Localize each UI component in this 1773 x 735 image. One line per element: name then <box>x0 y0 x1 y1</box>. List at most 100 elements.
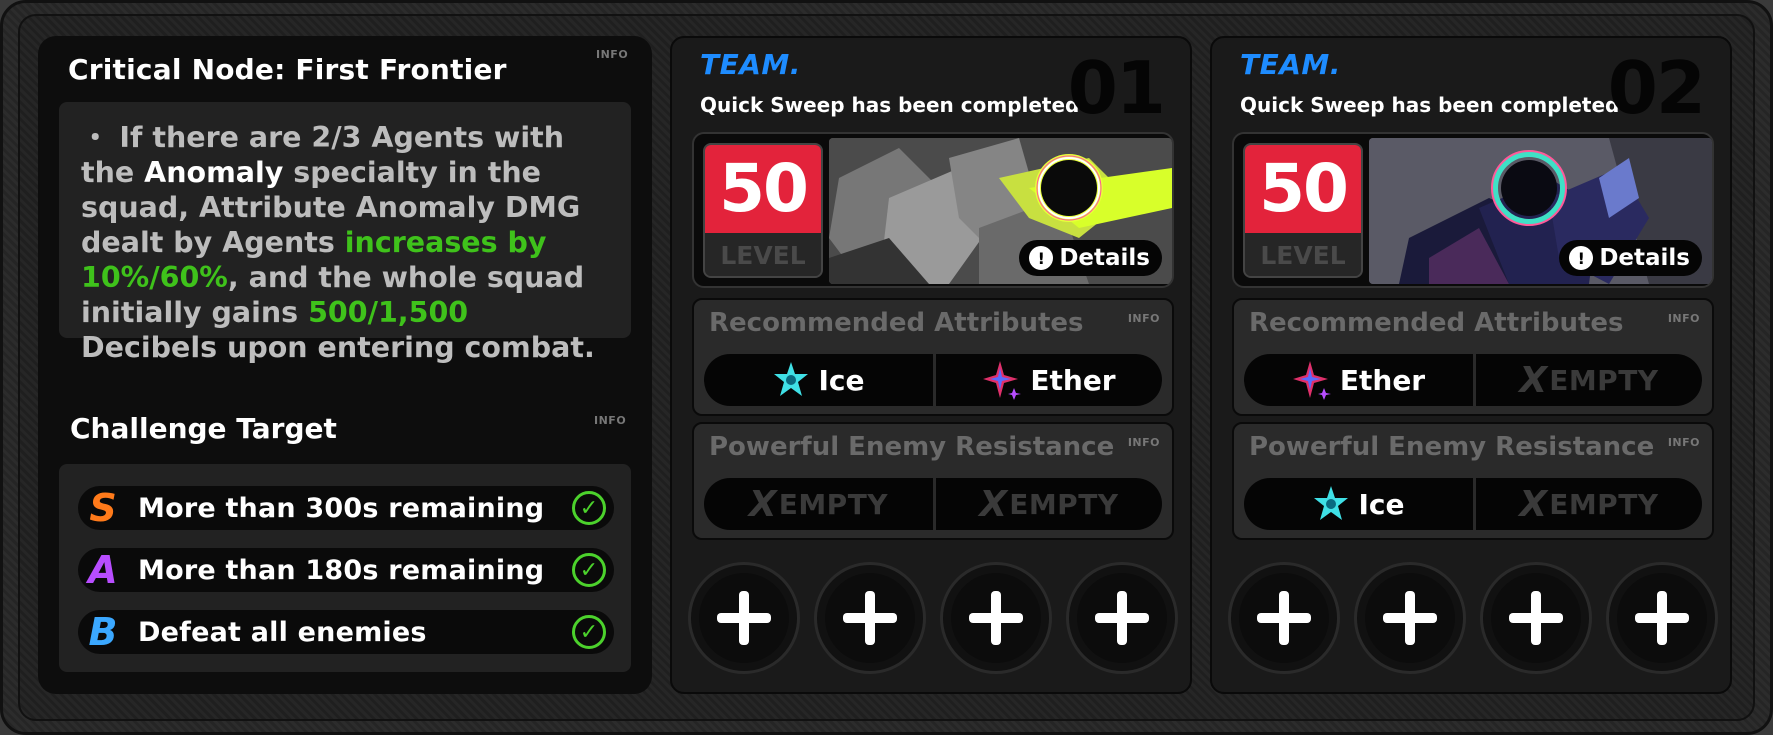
team-panel-01: TEAM. Quick Sweep has been completed 01 … <box>670 36 1192 694</box>
agent-slots <box>688 562 1178 674</box>
challenge-target-s: S More than 300s remaining ✓ <box>78 486 614 530</box>
desc-anomaly: Anomaly <box>144 156 284 189</box>
check-circle-icon: ✓ <box>572 491 606 525</box>
challenge-title: Challenge Target <box>70 412 337 445</box>
attribute-empty: EMPTY <box>1549 487 1659 521</box>
x-empty-mark: X <box>1519 359 1548 401</box>
recommended-attribute-bar: Ether X EMPTY <box>1244 354 1702 406</box>
x-empty-mark: X <box>1519 483 1548 525</box>
grade-s-icon: S <box>89 486 117 530</box>
level-value: 50 <box>1245 145 1361 233</box>
team-panel-02: TEAM. Quick Sweep has been completed 02 … <box>1210 36 1732 694</box>
attribute-empty: EMPTY <box>1009 487 1119 521</box>
boss-card[interactable]: 50 LEVEL ! Details <box>692 132 1174 288</box>
challenge-target-b: B Defeat all enemies ✓ <box>78 610 614 654</box>
resistance-info-button[interactable]: INFO <box>1668 436 1700 449</box>
add-agent-button[interactable] <box>1354 562 1466 674</box>
add-agent-button[interactable] <box>814 562 926 674</box>
recommended-title: Recommended Attributes <box>1249 308 1624 338</box>
resistance-slot-empty: X EMPTY <box>933 478 1162 530</box>
attribute-name: Ice <box>818 363 865 397</box>
resistance-info-button[interactable]: INFO <box>1128 436 1160 449</box>
attribute-slot-ice: Ice <box>704 354 933 406</box>
recommended-title: Recommended Attributes <box>709 308 1084 338</box>
add-agent-button[interactable] <box>688 562 800 674</box>
plus-icon <box>1257 591 1311 645</box>
desc-part-4: Decibels upon entering combat. <box>81 331 595 364</box>
ether-attribute-icon <box>1292 361 1331 400</box>
level-badge: 50 LEVEL <box>1243 143 1363 278</box>
level-badge: 50 LEVEL <box>703 143 823 278</box>
add-agent-button[interactable] <box>1066 562 1178 674</box>
plus-icon <box>1509 591 1563 645</box>
plus-icon <box>1635 591 1689 645</box>
check-circle-icon: ✓ <box>572 615 606 649</box>
challenge-target-text: More than 180s remaining <box>138 554 545 586</box>
recommended-info-button[interactable]: INFO <box>1668 312 1700 325</box>
team-label: TEAM. <box>1240 48 1341 81</box>
challenge-target-a: A More than 180s remaining ✓ <box>78 548 614 592</box>
recommended-attributes: Recommended Attributes INFO Ice Ether <box>692 298 1174 416</box>
ether-attribute-icon <box>983 361 1022 400</box>
resistance-title: Powerful Enemy Resistance <box>1249 432 1655 462</box>
add-agent-button[interactable] <box>1228 562 1340 674</box>
level-label: LEVEL <box>1245 233 1361 276</box>
recommended-info-button[interactable]: INFO <box>1128 312 1160 325</box>
resistance-title: Powerful Enemy Resistance <box>709 432 1115 462</box>
details-button[interactable]: ! Details <box>1019 240 1162 276</box>
enemy-resistance: Powerful Enemy Resistance INFO X EMPTY X… <box>692 422 1174 540</box>
node-description: ・ If there are 2/3 Agents with the Anoma… <box>81 120 609 365</box>
x-empty-mark: X <box>748 483 777 525</box>
resistance-slot-empty: X EMPTY <box>1473 478 1702 530</box>
plus-icon <box>1383 591 1437 645</box>
info-circle-icon: ! <box>1569 246 1594 270</box>
level-label: LEVEL <box>705 233 821 276</box>
check-circle-icon: ✓ <box>572 553 606 587</box>
attribute-empty: EMPTY <box>1549 363 1659 397</box>
boss-card[interactable]: 50 LEVEL ! Details <box>1232 132 1714 288</box>
attribute-slot-ether: Ether <box>1244 354 1473 406</box>
attribute-empty: EMPTY <box>778 487 889 521</box>
quick-sweep-status: Quick Sweep has been completed <box>700 93 1080 117</box>
resistance-slot-empty: X EMPTY <box>704 478 933 530</box>
challenge-target-text: More than 300s remaining <box>138 492 545 524</box>
resistance-attribute-bar: X EMPTY X EMPTY <box>704 478 1162 530</box>
attribute-name: Ether <box>1030 363 1116 397</box>
plus-icon <box>717 591 771 645</box>
resistance-attribute-bar: Ice X EMPTY <box>1244 478 1702 530</box>
add-agent-button[interactable] <box>1480 562 1592 674</box>
grade-a-icon: A <box>88 548 118 592</box>
plus-icon <box>843 591 897 645</box>
team-number: 01 <box>1067 46 1166 130</box>
details-label: Details <box>1599 245 1690 271</box>
challenge-target-list: S More than 300s remaining ✓ A More than… <box>59 464 631 672</box>
recommended-attribute-bar: Ice Ether <box>704 354 1162 406</box>
desc-highlight-decibels: 500/1,500 <box>308 296 469 329</box>
enemy-resistance: Powerful Enemy Resistance INFO Ice X EMP… <box>1232 422 1714 540</box>
ice-attribute-icon <box>1314 486 1349 520</box>
level-value: 50 <box>705 145 821 233</box>
quick-sweep-status: Quick Sweep has been completed <box>1240 93 1620 117</box>
challenge-target-text: Defeat all enemies <box>138 616 427 648</box>
add-agent-button[interactable] <box>940 562 1052 674</box>
agent-slots <box>1228 562 1718 674</box>
attribute-slot-ether: Ether <box>933 354 1162 406</box>
challenge-info-button[interactable]: INFO <box>594 414 626 427</box>
attribute-name: Ether <box>1339 363 1426 397</box>
node-info-panel: Critical Node: First Frontier INFO ・ If … <box>38 36 652 694</box>
node-description-box: ・ If there are 2/3 Agents with the Anoma… <box>59 102 631 364</box>
plus-icon <box>969 591 1023 645</box>
details-label: Details <box>1059 245 1150 271</box>
details-button[interactable]: ! Details <box>1559 240 1702 276</box>
recommended-attributes: Recommended Attributes INFO Ether X EMPT… <box>1232 298 1714 416</box>
attribute-slot-empty: X EMPTY <box>1473 354 1702 406</box>
ice-attribute-icon <box>774 362 809 396</box>
grade-b-icon: B <box>88 610 118 654</box>
team-label: TEAM. <box>700 48 801 81</box>
resistance-slot-ice: Ice <box>1244 478 1473 530</box>
node-title: Critical Node: First Frontier <box>68 53 507 86</box>
add-agent-button[interactable] <box>1606 562 1718 674</box>
attribute-name: Ice <box>1358 487 1405 521</box>
node-info-button[interactable]: INFO <box>596 48 628 61</box>
plus-icon <box>1095 591 1149 645</box>
